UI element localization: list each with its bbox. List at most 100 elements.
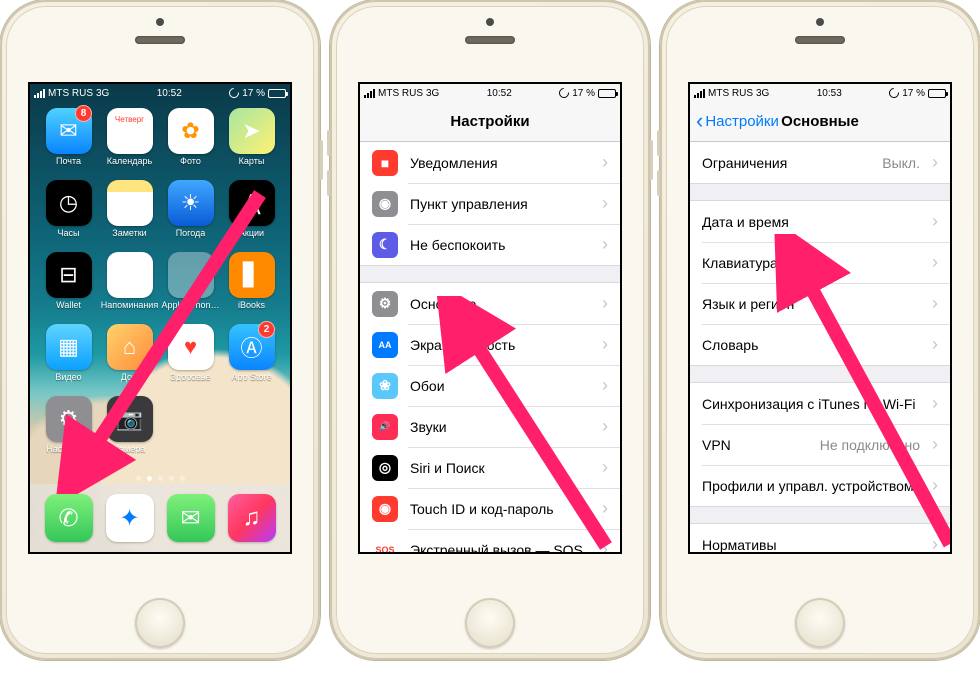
row-do-not-disturb[interactable]: ☾ Не беспокоить › xyxy=(360,224,620,265)
row-itunes-wifi[interactable]: Синхронизация с iTunes по Wi-Fi › xyxy=(690,383,950,424)
messages-icon[interactable]: ✉ xyxy=(167,494,215,542)
dock: ✆ ✦ ✉ ♫ xyxy=(30,484,290,552)
chevron-right-icon: › xyxy=(602,457,608,478)
row-language[interactable]: Язык и регион › xyxy=(690,283,950,324)
status-time: 10:53 xyxy=(817,88,842,99)
chevron-right-icon: › xyxy=(602,539,608,552)
nav-back-button[interactable]: ‹ Настройки xyxy=(696,102,779,141)
status-time: 10:52 xyxy=(487,88,512,99)
sos-icon: SOS xyxy=(372,537,398,553)
display-icon: AA xyxy=(372,332,398,358)
app-wallet-icon[interactable]: ⊟Wallet xyxy=(38,252,99,322)
row-dictionary[interactable]: Словарь › xyxy=(690,324,950,365)
app-health-icon[interactable]: ♥Здоровье xyxy=(160,324,221,394)
row-wallpaper[interactable]: ❀ Обои › xyxy=(360,365,620,406)
nav-title: Настройки xyxy=(450,113,529,130)
badge: 8 xyxy=(75,105,92,122)
touchid-icon: ◉ xyxy=(372,496,398,522)
badge: 2 xyxy=(258,321,275,338)
row-sos[interactable]: SOS Экстренный вызов — SOS › xyxy=(360,529,620,552)
app-home-icon[interactable]: ⌂Дом xyxy=(99,324,160,394)
sync-icon xyxy=(887,86,901,100)
home-button[interactable] xyxy=(795,598,845,648)
app-calendar-icon[interactable]: Четверг10Календарь xyxy=(99,108,160,178)
music-icon[interactable]: ♫ xyxy=(228,494,276,542)
home-button[interactable] xyxy=(135,598,185,648)
do-not-disturb-icon: ☾ xyxy=(372,232,398,258)
phone-general: MTS RUS 3G 10:53 17 % ‹ Настройки Основн… xyxy=(660,0,980,692)
chevron-right-icon: › xyxy=(932,152,938,173)
row-profiles[interactable]: Профили и управл. устройством › xyxy=(690,465,950,506)
row-restrictions[interactable]: Ограничения Выкл. › xyxy=(690,142,950,183)
row-general[interactable]: ⚙ Основные › xyxy=(360,283,620,324)
chevron-right-icon: › xyxy=(932,334,938,355)
home-icon: ⌂ xyxy=(107,324,153,370)
clock-icon: ◷ xyxy=(46,180,92,226)
row-notifications[interactable]: ■ Уведомления › xyxy=(360,142,620,183)
app-photos-icon[interactable]: ✿Фото xyxy=(160,108,221,178)
chevron-right-icon: › xyxy=(602,416,608,437)
app-clock-icon[interactable]: ◷Часы xyxy=(38,180,99,250)
videos-icon: ▦ xyxy=(46,324,92,370)
row-control-center[interactable]: ◉ Пункт управления › xyxy=(360,183,620,224)
app-settings-icon[interactable]: ⚙Настройки xyxy=(38,396,99,466)
chevron-right-icon: › xyxy=(932,393,938,414)
weather-icon: ☀ xyxy=(168,180,214,226)
safari-icon[interactable]: ✦ xyxy=(106,494,154,542)
reminders-icon: ≣ xyxy=(107,252,153,298)
chevron-right-icon: › xyxy=(932,434,938,455)
row-regulatory[interactable]: Нормативы › xyxy=(690,524,950,552)
app-reminders-icon[interactable]: ≣Напоминания xyxy=(99,252,160,322)
row-siri[interactable]: ◎ Siri и Поиск › xyxy=(360,447,620,488)
chevron-left-icon: ‹ xyxy=(696,110,703,132)
status-bar: MTS RUS 3G 10:53 17 % xyxy=(690,84,950,102)
control-center-icon: ◉ xyxy=(372,191,398,217)
row-sounds[interactable]: 🔊 Звуки › xyxy=(360,406,620,447)
chevron-right-icon: › xyxy=(602,193,608,214)
nav-bar: ‹ Настройки Основные xyxy=(690,102,950,142)
status-bar: MTS RUS 3G 10:52 17 % xyxy=(30,84,290,102)
app-videos-icon[interactable]: ▦Видео xyxy=(38,324,99,394)
nav-title: Основные xyxy=(781,113,859,130)
chevron-right-icon: › xyxy=(932,293,938,314)
phone-home: MTS RUS 3G 10:52 17 % ✉Почта8Четверг10Ка… xyxy=(0,0,320,692)
chevron-right-icon: › xyxy=(932,252,938,273)
chevron-right-icon: › xyxy=(602,234,608,255)
camera-icon: 📷 xyxy=(107,396,153,442)
sync-icon xyxy=(557,86,571,100)
row-touchid[interactable]: ◉ Touch ID и код-пароль › xyxy=(360,488,620,529)
stocks-icon: ⋀ xyxy=(229,180,275,226)
app-folder-icon[interactable]: Apple-iPhon… xyxy=(160,252,221,322)
page-indicator[interactable] xyxy=(30,473,290,484)
ibooks-icon: ▋ xyxy=(229,252,275,298)
health-icon: ♥ xyxy=(168,324,214,370)
phone-icon[interactable]: ✆ xyxy=(45,494,93,542)
chevron-right-icon: › xyxy=(602,152,608,173)
chevron-right-icon: › xyxy=(602,293,608,314)
chevron-right-icon: › xyxy=(602,498,608,519)
row-keyboard[interactable]: Клавиатура › xyxy=(690,242,950,283)
home-button[interactable] xyxy=(465,598,515,648)
status-bar: MTS RUS 3G 10:52 17 % xyxy=(360,84,620,102)
notes-icon xyxy=(107,180,153,226)
app-camera-icon[interactable]: 📷Камера xyxy=(99,396,160,466)
app-maps-icon[interactable]: ➤Карты xyxy=(221,108,282,178)
app-mail-icon[interactable]: ✉Почта8 xyxy=(38,108,99,178)
wallet-icon: ⊟ xyxy=(46,252,92,298)
notifications-icon: ■ xyxy=(372,150,398,176)
settings-icon: ⚙ xyxy=(46,396,92,442)
app-notes-icon[interactable]: Заметки xyxy=(99,180,160,250)
row-vpn[interactable]: VPN Не подключено › xyxy=(690,424,950,465)
folder-icon xyxy=(168,252,214,298)
siri-icon: ◎ xyxy=(372,455,398,481)
app-appstore-icon[interactable]: ⒶApp Store2 xyxy=(221,324,282,394)
row-display[interactable]: AA Экран и яркость › xyxy=(360,324,620,365)
app-ibooks-icon[interactable]: ▋iBooks xyxy=(221,252,282,322)
app-stocks-icon[interactable]: ⋀Акции xyxy=(221,180,282,250)
row-date-time[interactable]: Дата и время › xyxy=(690,201,950,242)
sync-icon xyxy=(227,86,241,100)
app-weather-icon[interactable]: ☀Погода xyxy=(160,180,221,250)
chevron-right-icon: › xyxy=(932,534,938,552)
sounds-icon: 🔊 xyxy=(372,414,398,440)
photos-icon: ✿ xyxy=(168,108,214,154)
